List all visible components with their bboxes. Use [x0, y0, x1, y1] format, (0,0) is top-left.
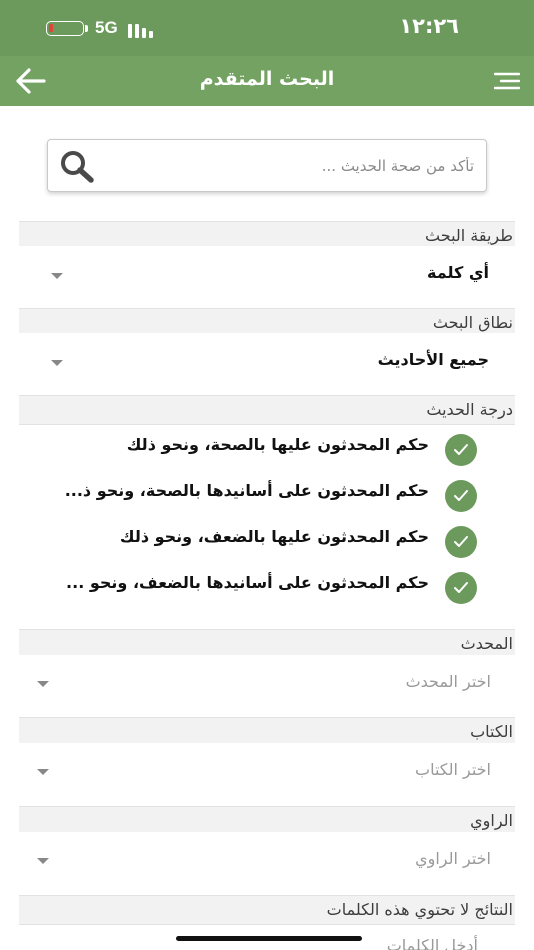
- section-title: الراوي: [470, 811, 513, 830]
- hamburger-menu-icon: [493, 72, 521, 90]
- section-header-exclude-words: النتائج لا تحتوي هذه الكلمات: [19, 895, 515, 925]
- section-title: درجة الحديث: [426, 400, 513, 419]
- book-dropdown[interactable]: اختر الكتاب: [19, 743, 515, 803]
- muhaddith-dropdown[interactable]: اختر المحدث: [19, 655, 515, 715]
- checkmark-icon[interactable]: [445, 480, 477, 512]
- page-title: البحث المتقدم: [199, 68, 335, 90]
- dropdown-value: جميع الأحاديث: [377, 350, 489, 369]
- search-box: [47, 139, 487, 192]
- section-title: المحدث: [460, 634, 513, 653]
- caret-down-icon: [51, 273, 63, 279]
- section-title: النتائج لا تحتوي هذه الكلمات: [326, 900, 513, 919]
- section-title: نطاق البحث: [432, 313, 513, 332]
- section-header-hadith-grade: درجة الحديث: [19, 395, 515, 425]
- grade-option[interactable]: حكم المحدثون عليها بالصحة، ونحو ذلك: [19, 427, 515, 471]
- grade-option[interactable]: حكم المحدثون عليها بالضعف، ونحو ذلك: [19, 519, 515, 563]
- exclude-words-input[interactable]: أدخل الكلمات: [387, 936, 478, 950]
- search-icon: [61, 151, 94, 183]
- dropdown-placeholder: اختر الراوي: [415, 849, 491, 868]
- grade-option-label: حكم المحدثون على أسانيدها بالصحة، ونحو ذ…: [64, 481, 429, 500]
- narrator-dropdown[interactable]: اختر الراوي: [19, 832, 515, 892]
- status-time: ١٢:٢٦: [399, 14, 459, 38]
- grade-option-label: حكم المحدثون عليها بالضعف، ونحو ذلك: [119, 527, 429, 546]
- search-scope-dropdown[interactable]: جميع الأحاديث: [19, 333, 515, 393]
- battery-tip: [85, 25, 88, 32]
- dropdown-value: أي كلمة: [427, 263, 489, 282]
- checkmark-icon[interactable]: [445, 526, 477, 558]
- section-title: الكتاب: [470, 722, 513, 741]
- network-type: 5G: [95, 18, 118, 37]
- signal-bars-icon: [128, 20, 158, 38]
- grade-option[interactable]: حكم المحدثون على أسانيدها بالضعف، ونحو .…: [19, 565, 515, 609]
- grade-option[interactable]: حكم المحدثون على أسانيدها بالصحة، ونحو ذ…: [19, 473, 515, 517]
- search-input[interactable]: [114, 148, 474, 184]
- caret-down-icon: [51, 360, 63, 366]
- grade-option-label: حكم المحدثون على أسانيدها بالضعف، ونحو .…: [66, 573, 429, 592]
- battery-low-icon: [46, 21, 84, 36]
- dropdown-placeholder: اختر المحدث: [405, 672, 491, 691]
- checkmark-icon[interactable]: [445, 434, 477, 466]
- dropdown-placeholder: اختر الكتاب: [415, 760, 491, 779]
- search-method-dropdown[interactable]: أي كلمة: [19, 246, 515, 306]
- checkmark-icon[interactable]: [445, 572, 477, 604]
- grade-option-label: حكم المحدثون عليها بالصحة، ونحو ذلك: [126, 435, 429, 454]
- search-button[interactable]: [58, 149, 96, 183]
- caret-down-icon: [37, 681, 49, 687]
- menu-button[interactable]: [493, 70, 521, 92]
- caret-down-icon: [37, 769, 49, 775]
- section-title: طريقة البحث: [425, 226, 513, 245]
- caret-down-icon: [37, 858, 49, 864]
- app-bar: البحث المتقدم: [0, 56, 534, 106]
- home-indicator[interactable]: [176, 936, 362, 941]
- status-bar: 5G ١٢:٢٦: [0, 0, 534, 56]
